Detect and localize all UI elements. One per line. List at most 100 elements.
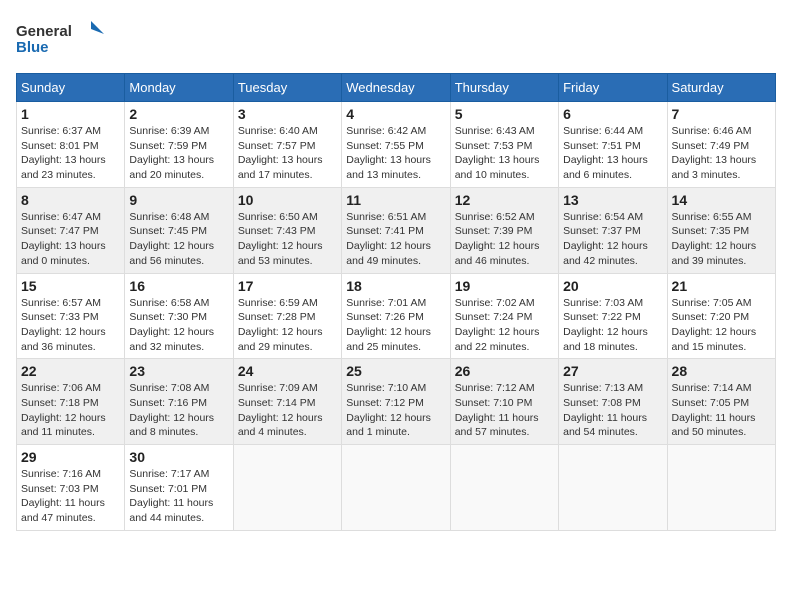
calendar-cell: 4 Sunrise: 6:42 AM Sunset: 7:55 PM Daylig… bbox=[342, 102, 450, 188]
day-number: 11 bbox=[346, 192, 445, 208]
day-number: 23 bbox=[129, 363, 228, 379]
day-info: Sunrise: 7:05 AM Sunset: 7:20 PM Dayligh… bbox=[672, 296, 771, 355]
day-info: Sunrise: 6:51 AM Sunset: 7:41 PM Dayligh… bbox=[346, 210, 445, 269]
logo: General Blue bbox=[16, 16, 106, 61]
day-number: 16 bbox=[129, 278, 228, 294]
day-info: Sunrise: 6:54 AM Sunset: 7:37 PM Dayligh… bbox=[563, 210, 662, 269]
day-info: Sunrise: 6:55 AM Sunset: 7:35 PM Dayligh… bbox=[672, 210, 771, 269]
day-info: Sunrise: 7:13 AM Sunset: 7:08 PM Dayligh… bbox=[563, 381, 662, 440]
day-number: 22 bbox=[21, 363, 120, 379]
day-of-week-header: Saturday bbox=[667, 74, 775, 102]
calendar-cell: 1 Sunrise: 6:37 AM Sunset: 8:01 PM Daylig… bbox=[17, 102, 125, 188]
day-info: Sunrise: 6:37 AM Sunset: 8:01 PM Dayligh… bbox=[21, 124, 120, 183]
day-number: 15 bbox=[21, 278, 120, 294]
day-number: 10 bbox=[238, 192, 337, 208]
calendar-header-row: SundayMondayTuesdayWednesdayThursdayFrid… bbox=[17, 74, 776, 102]
day-number: 27 bbox=[563, 363, 662, 379]
calendar-cell: 5 Sunrise: 6:43 AM Sunset: 7:53 PM Daylig… bbox=[450, 102, 558, 188]
calendar-cell bbox=[559, 445, 667, 531]
day-number: 1 bbox=[21, 106, 120, 122]
day-info: Sunrise: 7:14 AM Sunset: 7:05 PM Dayligh… bbox=[672, 381, 771, 440]
day-number: 18 bbox=[346, 278, 445, 294]
day-number: 7 bbox=[672, 106, 771, 122]
day-info: Sunrise: 7:10 AM Sunset: 7:12 PM Dayligh… bbox=[346, 381, 445, 440]
calendar-cell bbox=[233, 445, 341, 531]
day-info: Sunrise: 7:06 AM Sunset: 7:18 PM Dayligh… bbox=[21, 381, 120, 440]
day-info: Sunrise: 6:58 AM Sunset: 7:30 PM Dayligh… bbox=[129, 296, 228, 355]
day-info: Sunrise: 7:17 AM Sunset: 7:01 PM Dayligh… bbox=[129, 467, 228, 526]
day-of-week-header: Friday bbox=[559, 74, 667, 102]
calendar-cell: 19 Sunrise: 7:02 AM Sunset: 7:24 PM Dayli… bbox=[450, 273, 558, 359]
calendar-cell: 23 Sunrise: 7:08 AM Sunset: 7:16 PM Dayli… bbox=[125, 359, 233, 445]
calendar-week-row: 22 Sunrise: 7:06 AM Sunset: 7:18 PM Dayli… bbox=[17, 359, 776, 445]
calendar-week-row: 8 Sunrise: 6:47 AM Sunset: 7:47 PM Daylig… bbox=[17, 187, 776, 273]
day-info: Sunrise: 7:16 AM Sunset: 7:03 PM Dayligh… bbox=[21, 467, 120, 526]
day-number: 19 bbox=[455, 278, 554, 294]
calendar-cell: 3Sunrise: 6:40 AM Sunset: 7:57 PM Daylig… bbox=[233, 102, 341, 188]
day-of-week-header: Sunday bbox=[17, 74, 125, 102]
day-info: Sunrise: 7:09 AM Sunset: 7:14 PM Dayligh… bbox=[238, 381, 337, 440]
day-number: 24 bbox=[238, 363, 337, 379]
calendar-cell: 26 Sunrise: 7:12 AM Sunset: 7:10 PM Dayli… bbox=[450, 359, 558, 445]
day-info: Sunrise: 7:01 AM Sunset: 7:26 PM Dayligh… bbox=[346, 296, 445, 355]
calendar-cell: 21 Sunrise: 7:05 AM Sunset: 7:20 PM Dayli… bbox=[667, 273, 775, 359]
calendar-cell: 29Sunrise: 7:16 AM Sunset: 7:03 PM Dayli… bbox=[17, 445, 125, 531]
calendar-cell: 17 Sunrise: 6:59 AM Sunset: 7:28 PM Dayli… bbox=[233, 273, 341, 359]
day-info: Sunrise: 6:47 AM Sunset: 7:47 PM Dayligh… bbox=[21, 210, 120, 269]
calendar-cell: 24 Sunrise: 7:09 AM Sunset: 7:14 PM Dayli… bbox=[233, 359, 341, 445]
day-of-week-header: Thursday bbox=[450, 74, 558, 102]
day-info: Sunrise: 7:08 AM Sunset: 7:16 PM Dayligh… bbox=[129, 381, 228, 440]
calendar-cell: 13Sunrise: 6:54 AM Sunset: 7:37 PM Dayli… bbox=[559, 187, 667, 273]
calendar-week-row: 29Sunrise: 7:16 AM Sunset: 7:03 PM Dayli… bbox=[17, 445, 776, 531]
day-info: Sunrise: 7:02 AM Sunset: 7:24 PM Dayligh… bbox=[455, 296, 554, 355]
day-of-week-header: Wednesday bbox=[342, 74, 450, 102]
day-info: Sunrise: 7:12 AM Sunset: 7:10 PM Dayligh… bbox=[455, 381, 554, 440]
calendar-cell: 18 Sunrise: 7:01 AM Sunset: 7:26 PM Dayli… bbox=[342, 273, 450, 359]
day-info: Sunrise: 6:52 AM Sunset: 7:39 PM Dayligh… bbox=[455, 210, 554, 269]
day-number: 4 bbox=[346, 106, 445, 122]
day-info: Sunrise: 6:39 AM Sunset: 7:59 PM Dayligh… bbox=[129, 124, 228, 183]
day-number: 8 bbox=[21, 192, 120, 208]
day-number: 14 bbox=[672, 192, 771, 208]
day-info: Sunrise: 6:44 AM Sunset: 7:51 PM Dayligh… bbox=[563, 124, 662, 183]
day-number: 30 bbox=[129, 449, 228, 465]
calendar-cell bbox=[667, 445, 775, 531]
day-number: 2 bbox=[129, 106, 228, 122]
day-info: Sunrise: 6:43 AM Sunset: 7:53 PM Dayligh… bbox=[455, 124, 554, 183]
day-number: 20 bbox=[563, 278, 662, 294]
day-number: 28 bbox=[672, 363, 771, 379]
day-number: 12 bbox=[455, 192, 554, 208]
calendar-week-row: 15Sunrise: 6:57 AM Sunset: 7:33 PM Dayli… bbox=[17, 273, 776, 359]
day-info: Sunrise: 6:50 AM Sunset: 7:43 PM Dayligh… bbox=[238, 210, 337, 269]
calendar-cell: 10 Sunrise: 6:50 AM Sunset: 7:43 PM Dayli… bbox=[233, 187, 341, 273]
calendar-table: SundayMondayTuesdayWednesdayThursdayFrid… bbox=[16, 73, 776, 531]
day-info: Sunrise: 6:46 AM Sunset: 7:49 PM Dayligh… bbox=[672, 124, 771, 183]
calendar-cell: 30 Sunrise: 7:17 AM Sunset: 7:01 PM Dayli… bbox=[125, 445, 233, 531]
calendar-cell: 28 Sunrise: 7:14 AM Sunset: 7:05 PM Dayli… bbox=[667, 359, 775, 445]
calendar-cell: 6 Sunrise: 6:44 AM Sunset: 7:51 PM Daylig… bbox=[559, 102, 667, 188]
day-info: Sunrise: 6:40 AM Sunset: 7:57 PM Dayligh… bbox=[238, 124, 337, 183]
day-of-week-header: Monday bbox=[125, 74, 233, 102]
svg-text:General: General bbox=[16, 23, 72, 40]
calendar-cell: 11 Sunrise: 6:51 AM Sunset: 7:41 PM Dayli… bbox=[342, 187, 450, 273]
day-info: Sunrise: 6:42 AM Sunset: 7:55 PM Dayligh… bbox=[346, 124, 445, 183]
calendar-cell: 2 Sunrise: 6:39 AM Sunset: 7:59 PM Daylig… bbox=[125, 102, 233, 188]
day-info: Sunrise: 7:03 AM Sunset: 7:22 PM Dayligh… bbox=[563, 296, 662, 355]
day-number: 21 bbox=[672, 278, 771, 294]
day-info: Sunrise: 6:59 AM Sunset: 7:28 PM Dayligh… bbox=[238, 296, 337, 355]
calendar-cell: 15Sunrise: 6:57 AM Sunset: 7:33 PM Dayli… bbox=[17, 273, 125, 359]
svg-text:Blue: Blue bbox=[16, 39, 49, 56]
calendar-cell: 12 Sunrise: 6:52 AM Sunset: 7:39 PM Dayli… bbox=[450, 187, 558, 273]
day-number: 26 bbox=[455, 363, 554, 379]
page-header: General Blue bbox=[16, 16, 776, 61]
day-of-week-header: Tuesday bbox=[233, 74, 341, 102]
day-number: 5 bbox=[455, 106, 554, 122]
day-number: 9 bbox=[129, 192, 228, 208]
logo-svg: General Blue bbox=[16, 16, 106, 61]
calendar-cell: 25Sunrise: 7:10 AM Sunset: 7:12 PM Dayli… bbox=[342, 359, 450, 445]
day-number: 17 bbox=[238, 278, 337, 294]
calendar-cell: 27 Sunrise: 7:13 AM Sunset: 7:08 PM Dayli… bbox=[559, 359, 667, 445]
calendar-cell: 16 Sunrise: 6:58 AM Sunset: 7:30 PM Dayli… bbox=[125, 273, 233, 359]
day-number: 6 bbox=[563, 106, 662, 122]
calendar-cell bbox=[342, 445, 450, 531]
